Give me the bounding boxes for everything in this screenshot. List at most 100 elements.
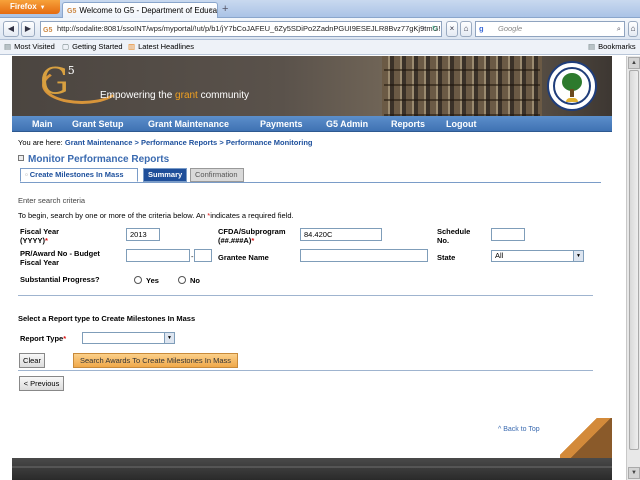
header-banner: G5 Empowering the grant community (12, 56, 612, 116)
tab-confirmation[interactable]: Confirmation (190, 168, 244, 182)
scroll-up-icon[interactable]: ▲ (628, 57, 640, 69)
browser-tab[interactable]: G5 Welcome to G5 - Department of Educati.… (62, 2, 218, 18)
radio-no[interactable] (178, 276, 186, 284)
bookmarks-menu[interactable]: ▤ Bookmarks (588, 40, 636, 54)
scroll-down-icon[interactable]: ▼ (628, 467, 640, 479)
state-value: All (495, 251, 504, 260)
forward-arrow-icon: ▶ (24, 24, 32, 33)
back-button[interactable]: ◀ (3, 21, 19, 37)
menu-grant-maintenance[interactable]: Grant Maintenance (148, 116, 229, 132)
menu-reports[interactable]: Reports (391, 116, 425, 132)
footer-band (12, 458, 612, 480)
firefox-label: Firefox (10, 2, 37, 11)
schedule-label: Schedule (437, 227, 471, 236)
close-tab-icon[interactable]: × (208, 3, 213, 18)
report-section-label: Select a Report type to Create Milestone… (18, 314, 196, 323)
report-type-select[interactable]: ▼ (82, 332, 175, 344)
budget-year-input[interactable] (194, 249, 212, 262)
pr-award-label: PR/Award No - Budget (20, 249, 100, 258)
yes-label: Yes (146, 276, 159, 285)
required-star: * (63, 334, 67, 343)
cfda-format: (##.###A)* (218, 236, 254, 245)
breadcrumb-performance-reports[interactable]: Performance Reports (141, 138, 217, 147)
tagline-pre: Empowering the (100, 90, 176, 101)
home-button[interactable]: ⌂ (460, 21, 472, 37)
fiscal-year-label: Fiscal Year (20, 227, 60, 236)
home-icon: ⌂ (630, 24, 636, 33)
tab-label: Create Milestones In Mass (29, 170, 124, 179)
state-select[interactable]: All ▼ (491, 250, 584, 262)
bookmark-latest-headlines[interactable]: ▥ Latest Headlines (128, 40, 194, 54)
instructions-post: indicates a required field. (210, 211, 294, 220)
seal-sun (566, 98, 578, 102)
previous-button[interactable]: < Previous (19, 376, 64, 391)
no-label: No (190, 276, 200, 285)
bookmark-label: Most Visited (14, 42, 55, 51)
page-title-text: Monitor Performance Reports (28, 154, 170, 165)
menu-logout[interactable]: Logout (446, 116, 477, 132)
tab-summary[interactable]: Summary (143, 168, 187, 182)
tagline-highlight: grant (175, 90, 198, 101)
menu-grant-setup[interactable]: Grant Setup (72, 116, 124, 132)
no-radio[interactable]: No (178, 276, 200, 285)
new-tab-button[interactable]: + (222, 2, 228, 16)
fiscal-year-format: (YYYY)* (20, 236, 48, 245)
tab-create-milestones[interactable]: ▫ Create Milestones In Mass (20, 168, 138, 182)
grantee-name-input[interactable] (300, 249, 428, 262)
budget-fiscal-year-label: Fiscal Year (20, 258, 60, 267)
home-icon: ⌂ (463, 24, 469, 33)
cfda-input[interactable]: 84.420C (300, 228, 382, 241)
google-icon: g (479, 24, 484, 33)
fiscal-year-format-text: (YYYY) (20, 236, 46, 245)
state-label: State (437, 253, 456, 262)
fiscal-year-input[interactable]: 2013 (126, 228, 160, 241)
search-icon[interactable]: ⌕ (617, 22, 621, 36)
logo-letter: G (40, 62, 69, 103)
scroll-thumb[interactable] (629, 70, 639, 450)
schedule-input[interactable] (491, 228, 525, 241)
required-star: * (45, 236, 48, 245)
search-input[interactable]: g Google ⌕ (475, 21, 625, 37)
site-favicon-icon: G5 (43, 27, 53, 34)
menu-payments[interactable]: Payments (260, 116, 303, 132)
bookmark-most-visited[interactable]: ▤ Most Visited (4, 40, 55, 54)
menu-g5-admin[interactable]: G5 Admin (326, 116, 368, 132)
star-icon[interactable]: ☆ (420, 22, 427, 36)
back-arrow-icon: ◀ (7, 24, 15, 33)
instructions: To begin, search by one or more of the c… (18, 211, 294, 220)
search-awards-button[interactable]: Search Awards To Create Milestones In Ma… (73, 353, 238, 368)
stop-button[interactable]: × (446, 21, 458, 37)
back-to-top-link[interactable]: ^ Back to Top (498, 426, 540, 433)
bookmark-label: Bookmarks (598, 42, 636, 51)
navigation-toolbar: ◀ ▶ G5 http://sodalite:8081/ssoINT/wps/m… (0, 18, 640, 40)
radio-yes[interactable] (134, 276, 142, 284)
url-text: http://sodalite:8081/ssoINT/wps/myportal… (57, 24, 441, 33)
bookmark-getting-started[interactable]: ▢ Getting Started (62, 40, 123, 54)
close-icon: × (449, 24, 455, 33)
breadcrumb-grant-maintenance[interactable]: Grant Maintenance (65, 138, 133, 147)
pr-award-input[interactable] (126, 249, 190, 262)
breadcrumb: You are here: Grant Maintenance > Perfor… (18, 138, 313, 147)
yes-radio[interactable]: Yes (134, 276, 159, 285)
bookmarks-toolbar: ▤ Most Visited ▢ Getting Started ▥ Latest H… (0, 40, 640, 55)
report-type-label: Report Type* (20, 334, 66, 343)
cfda-format-text: (##.###A) (218, 236, 252, 245)
url-bar[interactable]: G5 http://sodalite:8081/ssoINT/wps/mypor… (40, 21, 442, 37)
tab-title: Welcome to G5 - Department of Educati... (79, 6, 218, 15)
chevron-down-icon: ▼ (573, 251, 583, 261)
tagline: Empowering the grant community (100, 90, 249, 101)
breadcrumb-sep: > (134, 138, 139, 147)
clear-button[interactable]: Clear (19, 353, 45, 368)
breadcrumb-sep: > (219, 138, 224, 147)
report-type-text: Report Type (20, 334, 64, 343)
reload-icon[interactable]: ↻ (432, 22, 438, 36)
firefox-menu-button[interactable]: Firefox ▼ (0, 0, 60, 14)
home-button-2[interactable]: ⌂ (628, 21, 638, 37)
forward-button[interactable]: ▶ (21, 21, 35, 37)
bookmark-folder-icon: ▤ (4, 42, 12, 51)
logo-sup: 5 (67, 64, 75, 77)
page-scrollbar[interactable]: ▲ ▼ (626, 56, 640, 480)
menu-main[interactable]: Main (32, 116, 53, 132)
tab-underline (20, 182, 601, 183)
schedule-no-label: No. (437, 236, 450, 245)
